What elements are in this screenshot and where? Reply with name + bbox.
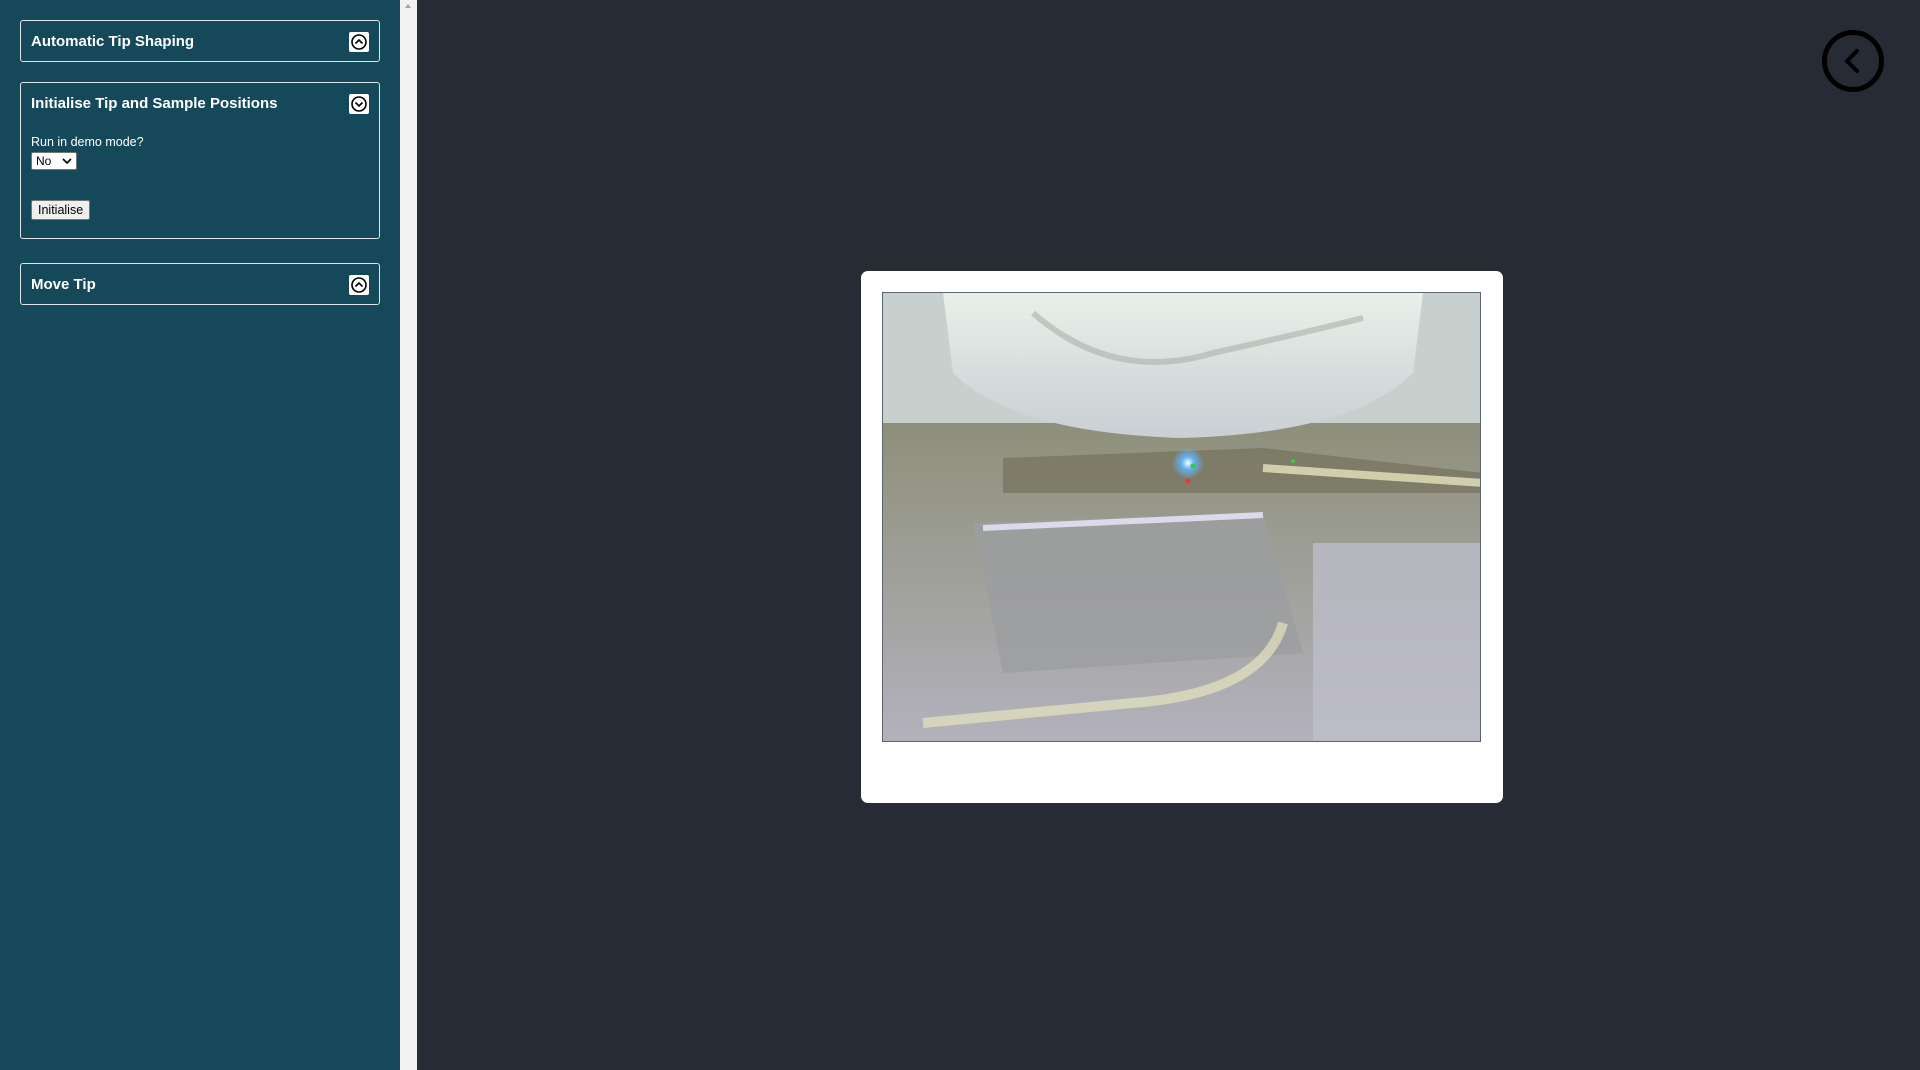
chevron-up-icon[interactable] bbox=[349, 32, 369, 52]
camera-image bbox=[883, 293, 1480, 741]
camera-card bbox=[861, 271, 1503, 803]
chevron-down-icon[interactable] bbox=[349, 94, 369, 114]
marker-green-2 bbox=[1291, 459, 1295, 463]
marker-green bbox=[1190, 463, 1196, 469]
scroll-up-arrow-icon[interactable] bbox=[405, 4, 411, 8]
panel-title: Initialise Tip and Sample Positions bbox=[31, 95, 278, 112]
panel-move-tip: Move Tip bbox=[20, 263, 380, 305]
panel-title: Automatic Tip Shaping bbox=[31, 33, 195, 50]
demo-mode-select[interactable]: No bbox=[31, 152, 77, 170]
panel-initialise-tip-sample: Initialise Tip and Sample Positions Run … bbox=[20, 82, 380, 239]
panel-body: Run in demo mode? No Initialise bbox=[21, 135, 379, 238]
panel-automatic-tip-shaping: Automatic Tip Shaping bbox=[20, 20, 380, 62]
demo-mode-label: Run in demo mode? bbox=[31, 135, 144, 149]
chevron-left-icon bbox=[1845, 49, 1859, 73]
panel-title: Move Tip bbox=[31, 276, 96, 293]
chevron-up-icon[interactable] bbox=[349, 275, 369, 295]
panel-header[interactable]: Initialise Tip and Sample Positions bbox=[21, 83, 379, 123]
chevron-down-icon bbox=[62, 158, 72, 165]
sidebar-scrollbar[interactable] bbox=[400, 0, 417, 1070]
marker-red bbox=[1185, 478, 1191, 484]
sidebar: Automatic Tip Shaping Initialise Tip and… bbox=[0, 0, 400, 1070]
camera-feed bbox=[882, 292, 1481, 742]
initialise-button[interactable]: Initialise bbox=[31, 200, 91, 220]
demo-mode-value: No bbox=[36, 154, 52, 168]
back-button[interactable] bbox=[1822, 30, 1884, 92]
panel-header[interactable]: Automatic Tip Shaping bbox=[21, 21, 379, 61]
panel-header[interactable]: Move Tip bbox=[21, 264, 379, 304]
